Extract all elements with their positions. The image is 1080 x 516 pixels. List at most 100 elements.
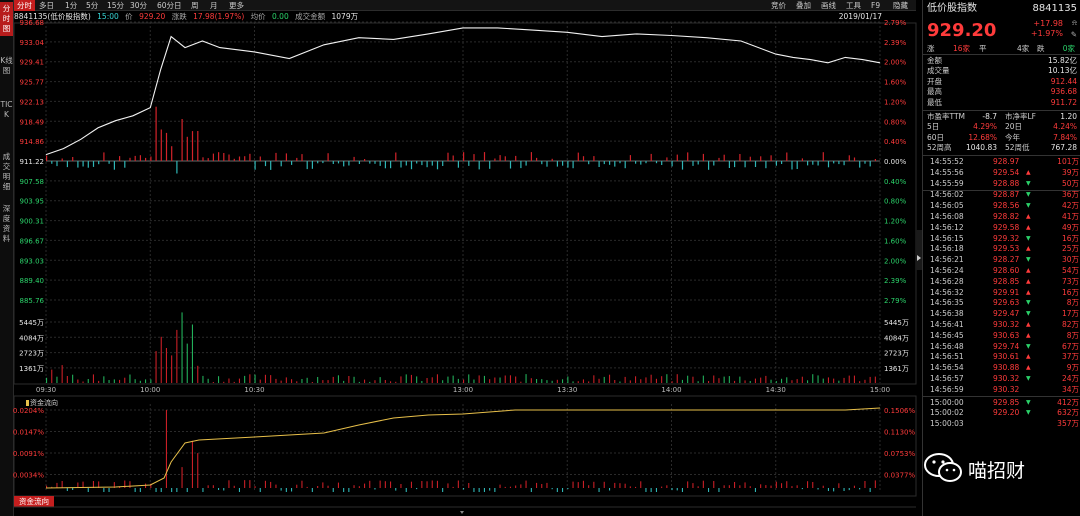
tick-price: 928.88 bbox=[993, 178, 1020, 188]
stat-label: 最高 bbox=[927, 87, 942, 97]
strength-bar bbox=[541, 161, 543, 165]
ratio-label-1: 5日 bbox=[927, 122, 940, 132]
price-tick-left: 889.40 bbox=[20, 277, 45, 285]
price-tick-left: 903.95 bbox=[20, 198, 45, 206]
strength-bar bbox=[405, 161, 407, 166]
flow-bar bbox=[786, 481, 788, 488]
strength-bar bbox=[249, 153, 251, 161]
volume-bar bbox=[218, 376, 220, 383]
strength-bar bbox=[129, 157, 131, 161]
volume-bar bbox=[655, 378, 657, 383]
flow-bar bbox=[520, 484, 522, 488]
tick-row: 14:55:52 928.97 101万 bbox=[923, 157, 1080, 168]
strength-bar bbox=[791, 161, 793, 170]
vol-tick-left: 5445万 bbox=[19, 319, 44, 327]
flow-bar bbox=[734, 482, 736, 488]
strength-bar bbox=[374, 161, 376, 164]
strength-bar bbox=[306, 161, 308, 170]
volume-bar bbox=[791, 380, 793, 383]
strength-bar bbox=[155, 106, 157, 161]
arrow-up-icon: ▲ bbox=[1026, 353, 1031, 361]
strength-bar bbox=[504, 156, 506, 161]
strength-bar bbox=[280, 161, 282, 167]
volume-bar bbox=[869, 376, 871, 383]
flow-bar bbox=[562, 488, 564, 492]
volume-bar bbox=[202, 375, 204, 383]
flow-bar bbox=[343, 488, 345, 492]
volume-bar bbox=[119, 379, 121, 383]
flow-bar bbox=[833, 488, 835, 492]
volume-bar bbox=[98, 380, 100, 383]
volume-bar bbox=[619, 381, 621, 383]
volume-bar bbox=[275, 378, 277, 383]
tick-row: 14:56:21 928.27 ▼ 30万 bbox=[923, 255, 1080, 266]
strength-bar bbox=[223, 153, 225, 161]
stat-row: 开盘 912.44 bbox=[923, 77, 1080, 87]
volume-bar bbox=[499, 377, 501, 383]
strength-bar bbox=[124, 161, 126, 168]
flow-bar bbox=[807, 481, 809, 488]
flow-bar bbox=[796, 485, 798, 488]
flow-bar bbox=[108, 488, 110, 492]
volume-bar bbox=[728, 376, 730, 383]
strength-bar bbox=[661, 161, 663, 165]
flow-bar bbox=[87, 488, 89, 492]
strength-bar bbox=[384, 161, 386, 169]
volume-bar bbox=[635, 376, 637, 383]
flow-bar bbox=[327, 485, 329, 488]
strength-bar bbox=[473, 154, 475, 161]
volume-bar bbox=[853, 375, 855, 383]
flow-bar bbox=[723, 485, 725, 488]
volume-bar bbox=[249, 374, 251, 383]
flow-bar bbox=[264, 480, 266, 488]
volume-bar bbox=[181, 312, 183, 383]
strength-bar bbox=[364, 159, 366, 161]
strength-bar bbox=[233, 158, 235, 161]
volume-bar bbox=[796, 379, 798, 383]
volume-bar bbox=[702, 375, 704, 383]
volume-bar bbox=[801, 376, 803, 383]
quote-code: 8841135 bbox=[1032, 3, 1077, 14]
strength-bar bbox=[645, 161, 647, 164]
pct-tick-right: 2.39% bbox=[884, 39, 907, 47]
edit-icon[interactable]: ✎ bbox=[1071, 30, 1077, 40]
flow-bar bbox=[791, 486, 793, 488]
pct-tick-right: 0.00% bbox=[884, 158, 907, 166]
flow-bar bbox=[473, 488, 475, 492]
volume-bar bbox=[191, 324, 193, 383]
tick-price: 928.82 bbox=[993, 212, 1020, 221]
stat-value: 10.13亿 bbox=[1048, 66, 1077, 76]
strength-bar bbox=[713, 161, 715, 166]
pct-tick-right: 0.80% bbox=[884, 198, 907, 206]
strength-bar bbox=[869, 161, 871, 167]
tick-price: 930.61 bbox=[993, 352, 1020, 362]
strength-bar bbox=[770, 155, 772, 161]
strength-bar bbox=[322, 161, 324, 164]
volume-bar bbox=[676, 374, 678, 383]
volume-bar bbox=[145, 379, 147, 383]
price-tick-left: 922.13 bbox=[20, 98, 45, 106]
strength-bar bbox=[676, 154, 678, 161]
ratio-value-1: 1040.83 bbox=[965, 143, 997, 153]
ratio-value-2: 7.84% bbox=[1053, 132, 1077, 142]
volume-bar bbox=[734, 380, 736, 383]
flow-bar bbox=[546, 482, 548, 488]
strength-bar bbox=[515, 155, 517, 161]
flow-bar bbox=[822, 485, 824, 488]
strength-bar bbox=[108, 161, 110, 164]
flow-bar bbox=[238, 488, 240, 492]
tick-row: 14:56:57 930.32 ▼ 24万 bbox=[923, 374, 1080, 385]
strength-bar bbox=[426, 161, 428, 168]
arrow-up-icon: ▲ bbox=[1026, 364, 1031, 372]
bell-icon[interactable]: ⍾ bbox=[1072, 18, 1077, 28]
flow-bar bbox=[551, 488, 553, 490]
tick-time: 14:55:59 bbox=[930, 178, 964, 188]
scroll-down-icon[interactable] bbox=[460, 511, 464, 514]
volume-bar bbox=[46, 377, 48, 383]
strength-bar bbox=[61, 158, 63, 161]
tick-time: 14:56:51 bbox=[930, 352, 964, 362]
flat-count: 0家 bbox=[1062, 44, 1075, 53]
volume-bar bbox=[473, 379, 475, 383]
tick-time: 14:56:57 bbox=[930, 374, 964, 383]
ratio-row: 市盈率TTM -8.7 市净率LF 1.20 bbox=[923, 112, 1080, 122]
